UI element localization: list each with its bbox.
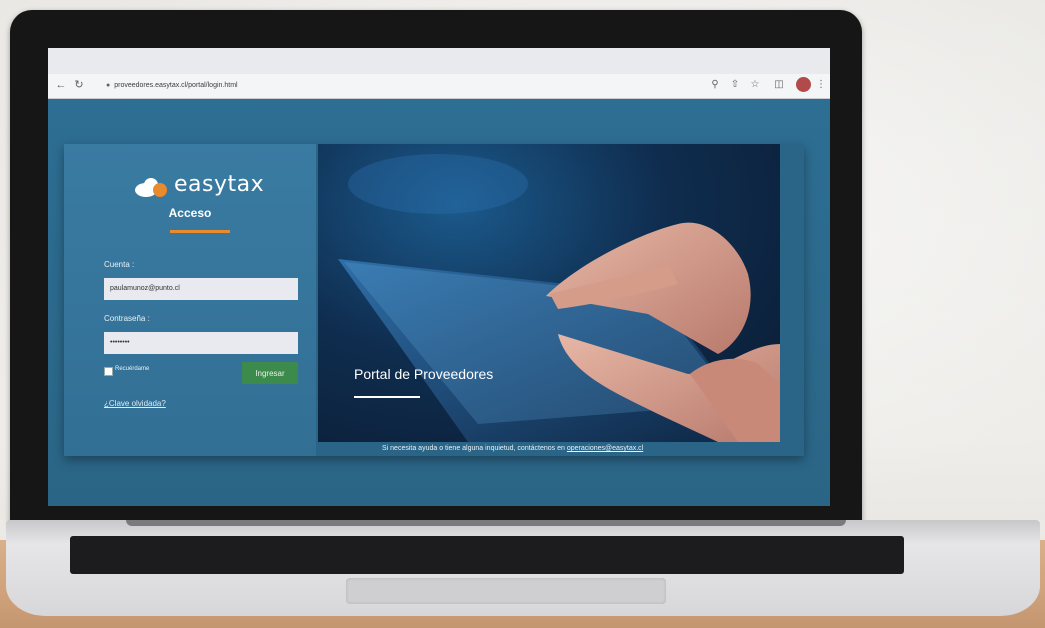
- forgot-password-link[interactable]: ¿Clave olvidada?: [104, 399, 166, 408]
- sidebar-icon[interactable]: ◫: [772, 78, 786, 92]
- help-text: Si necesita ayuda o tiene alguna inquiet…: [382, 445, 643, 452]
- help-email-link[interactable]: operaciones@easytax.cl: [567, 445, 643, 452]
- laptop-hinge: [126, 520, 846, 526]
- menu-dots-icon[interactable]: ⋮: [814, 78, 828, 92]
- cloud-icon: [135, 178, 167, 197]
- star-icon[interactable]: ☆: [748, 78, 762, 92]
- lock-icon: ●: [106, 82, 111, 89]
- login-card: easytax Acceso Cuenta : paulamunoz@punto…: [64, 144, 804, 456]
- heading-underline: [170, 230, 230, 233]
- login-page: easytax Acceso Cuenta : paulamunoz@punto…: [48, 99, 830, 506]
- profile-avatar[interactable]: [796, 77, 811, 92]
- hero-image: Portal de Proveedores: [318, 144, 780, 442]
- login-panel: easytax Acceso Cuenta : paulamunoz@punto…: [64, 144, 316, 456]
- trackpad: [346, 578, 666, 604]
- easytax-logo: easytax: [134, 172, 284, 202]
- reload-icon[interactable]: ↻: [72, 78, 86, 92]
- submit-button[interactable]: Ingresar: [242, 362, 298, 384]
- key-icon[interactable]: ⚲: [708, 78, 722, 92]
- laptop-screen: ← ↻ ● proveedores.easytax.cl/portal/login…: [48, 48, 830, 506]
- login-heading: Acceso: [168, 206, 212, 220]
- laptop-lid: ← ↻ ● proveedores.easytax.cl/portal/login…: [10, 10, 862, 530]
- logo-text: easytax: [174, 172, 265, 197]
- browser-tab-strip: [48, 48, 830, 74]
- address-bar[interactable]: ● proveedores.easytax.cl/portal/login.htm…: [106, 78, 316, 93]
- hero-underline: [354, 396, 420, 398]
- remember-label: Recuérdame: [115, 366, 150, 372]
- remember-checkbox[interactable]: [104, 367, 113, 376]
- arrow-left-icon[interactable]: ←: [54, 78, 68, 92]
- password-input[interactable]: ••••••••: [104, 332, 298, 354]
- laptop-base: [6, 520, 1040, 616]
- hero-title: Portal de Proveedores: [354, 366, 494, 382]
- account-label: Cuenta :: [104, 260, 135, 269]
- password-label: Contraseña :: [104, 314, 150, 323]
- help-message: Si necesita ayuda o tiene alguna inquiet…: [382, 445, 567, 452]
- account-input[interactable]: paulamunoz@punto.cl: [104, 278, 298, 300]
- keyboard: [70, 536, 904, 574]
- share-icon[interactable]: ⇧: [728, 78, 742, 92]
- url-text: proveedores.easytax.cl/portal/login.html: [114, 82, 238, 89]
